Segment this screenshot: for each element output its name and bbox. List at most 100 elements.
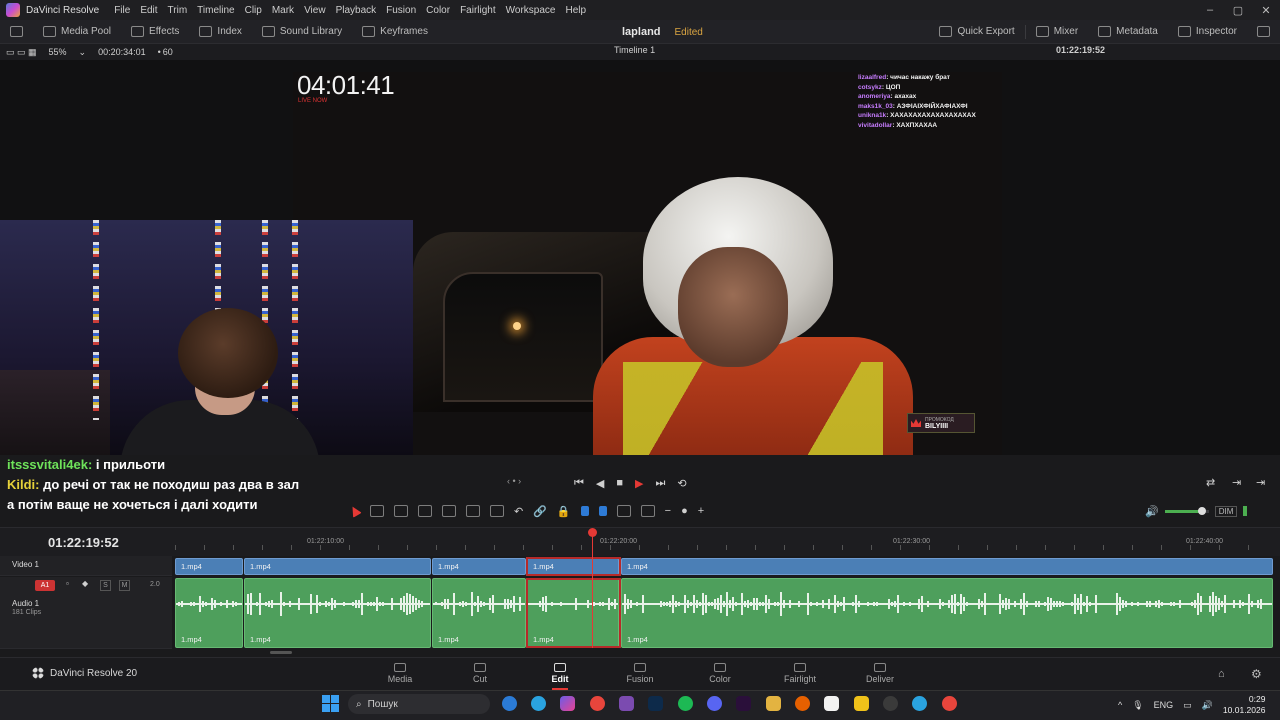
taskbar-search[interactable]: ⌕ Пошук <box>348 694 490 714</box>
marker-icon[interactable] <box>598 506 607 516</box>
volume-slider[interactable] <box>1164 506 1209 515</box>
layout-toggle[interactable] <box>0 20 33 44</box>
page-tab-color[interactable]: Color <box>690 660 750 688</box>
menu-color[interactable]: Color <box>421 5 455 16</box>
speaker-icon[interactable]: 🔊 <box>1145 505 1159 518</box>
zoom-select[interactable]: 55% <box>43 47 73 57</box>
menu-timeline[interactable]: Timeline <box>192 5 239 16</box>
volume-knob[interactable] <box>1198 506 1207 515</box>
page-tab-media[interactable]: Media <box>370 660 430 688</box>
expand-toggle[interactable] <box>1247 20 1280 44</box>
language-indicator[interactable]: ENG <box>1154 700 1174 710</box>
discord-icon[interactable] <box>707 696 722 711</box>
page-tab-edit[interactable]: Edit <box>530 660 590 690</box>
home-icon[interactable]: ⌂ <box>1218 668 1225 680</box>
match-frame-icon[interactable]: ⇄ <box>1206 476 1215 489</box>
menu-view[interactable]: View <box>299 5 331 16</box>
flag-icon[interactable] <box>580 506 589 516</box>
app-icon[interactable] <box>854 696 869 711</box>
document-icon[interactable] <box>824 696 839 711</box>
solo-button[interactable]: S <box>100 580 111 591</box>
linked-selection-icon[interactable]: 🔗 <box>533 505 547 518</box>
page-tab-deliver[interactable]: Deliver <box>850 660 910 688</box>
gear-icon[interactable]: ⚙ <box>1251 667 1262 681</box>
menu-edit[interactable]: Edit <box>135 5 162 16</box>
video-clip[interactable]: 1.mp4 <box>621 558 1273 575</box>
lock-icon[interactable]: ▫ <box>66 579 69 588</box>
full-extent-zoom-icon[interactable] <box>616 505 631 517</box>
network-icon[interactable]: ▭ <box>1183 700 1192 711</box>
menu-trim[interactable]: Trim <box>163 5 193 16</box>
spotify-icon[interactable] <box>678 696 693 711</box>
replace-clip-icon[interactable] <box>490 505 504 517</box>
menu-fairlight[interactable]: Fairlight <box>455 5 501 16</box>
zoom-out-icon[interactable]: − <box>665 505 671 517</box>
detail-zoom-icon[interactable] <box>640 505 655 517</box>
mute-button[interactable]: M <box>119 580 130 591</box>
copilot-icon[interactable] <box>560 696 575 711</box>
photoshop-icon[interactable] <box>648 696 663 711</box>
menu-file[interactable]: File <box>109 5 135 16</box>
timeline-scrollbar[interactable] <box>270 651 292 654</box>
page-tab-cut[interactable]: Cut <box>450 660 510 688</box>
keyframes-button[interactable]: Keyframes <box>352 20 438 44</box>
obs-icon[interactable] <box>883 696 898 711</box>
menu-help[interactable]: Help <box>560 5 591 16</box>
last-frame-icon[interactable]: ⇥ <box>1256 476 1265 489</box>
menu-fusion[interactable]: Fusion <box>381 5 421 16</box>
video-clip[interactable]: 1.mp4 <box>244 558 431 575</box>
dim-button[interactable]: DIM <box>1214 505 1238 517</box>
file-explorer-icon[interactable] <box>766 696 781 711</box>
chevron-up-icon[interactable]: ^ <box>1118 700 1122 710</box>
maximize-button[interactable]: ▢ <box>1224 4 1252 17</box>
stop-icon[interactable]: ■ <box>616 477 623 489</box>
menu-mark[interactable]: Mark <box>267 5 299 16</box>
snapping-icon[interactable]: ↶ <box>514 505 523 518</box>
mixer-button[interactable]: Mixer <box>1026 20 1088 44</box>
menu-workspace[interactable]: Workspace <box>501 5 561 16</box>
page-tab-fusion[interactable]: Fusion <box>610 660 670 688</box>
video-clip[interactable]: 1.mp4 <box>175 558 243 575</box>
play-reverse-icon[interactable]: ◀ <box>596 477 604 490</box>
zoom-slider-knob[interactable]: ● <box>681 505 688 517</box>
premiere-icon[interactable] <box>736 696 751 711</box>
audio-clip[interactable]: 1.mp4 <box>432 578 526 648</box>
audio-clip[interactable]: 1.mp4 <box>244 578 431 648</box>
chrome-icon[interactable] <box>942 696 957 711</box>
blade-tool-icon[interactable] <box>418 505 432 517</box>
overwrite-clip-icon[interactable] <box>466 505 480 517</box>
telegram-icon[interactable] <box>912 696 927 711</box>
timeline-ruler[interactable]: 01:22:10:00 01:22:20:00 01:22:30:00 01:2… <box>175 528 1275 556</box>
viewer-mode-icon[interactable]: ▭ ▭ ▦ <box>0 47 43 58</box>
effects-button[interactable]: Effects <box>121 20 189 44</box>
audio-clip[interactable]: 1.mp4 <box>621 578 1273 648</box>
insert-clip-icon[interactable] <box>442 505 456 517</box>
a1-badge[interactable]: A1 <box>35 580 55 591</box>
page-tab-fairlight[interactable]: Fairlight <box>770 660 830 688</box>
timeline-name[interactable]: Timeline 1 <box>614 45 655 55</box>
windows-start-icon[interactable] <box>322 695 339 712</box>
video-track-header[interactable]: Video 1 <box>0 556 172 576</box>
chevron-down-icon[interactable]: ⌄ <box>73 47 93 58</box>
close-button[interactable]: ✕ <box>1252 4 1280 17</box>
telegram-icon[interactable] <box>531 696 546 711</box>
position-lock-icon[interactable]: 🔒 <box>557 505 571 518</box>
selection-tool-icon[interactable] <box>348 504 362 518</box>
inspector-button[interactable]: Inspector <box>1168 20 1247 44</box>
app-icon[interactable] <box>619 696 634 711</box>
metadata-button[interactable]: Metadata <box>1088 20 1168 44</box>
edge-icon[interactable] <box>502 696 517 711</box>
go-to-end-icon[interactable]: ⏭ <box>656 477 666 490</box>
go-to-start-icon[interactable]: ⏮ <box>574 477 584 490</box>
firefox-icon[interactable] <box>795 696 810 711</box>
video-clip[interactable]: 1.mp4 <box>432 558 526 575</box>
microphone-icon[interactable]: 🎙 <box>1132 700 1143 711</box>
sound-library-button[interactable]: Sound Library <box>252 20 352 44</box>
dynamic-trim-icon[interactable] <box>394 505 408 517</box>
next-edit-icon[interactable]: ⇥ <box>1232 476 1241 489</box>
quick-export-button[interactable]: Quick Export <box>929 20 1024 44</box>
jog-control[interactable]: ‹ • › <box>507 476 521 486</box>
menu-playback[interactable]: Playback <box>331 5 382 16</box>
zoom-in-icon[interactable]: + <box>698 505 704 517</box>
play-icon[interactable]: ▶ <box>635 477 643 490</box>
